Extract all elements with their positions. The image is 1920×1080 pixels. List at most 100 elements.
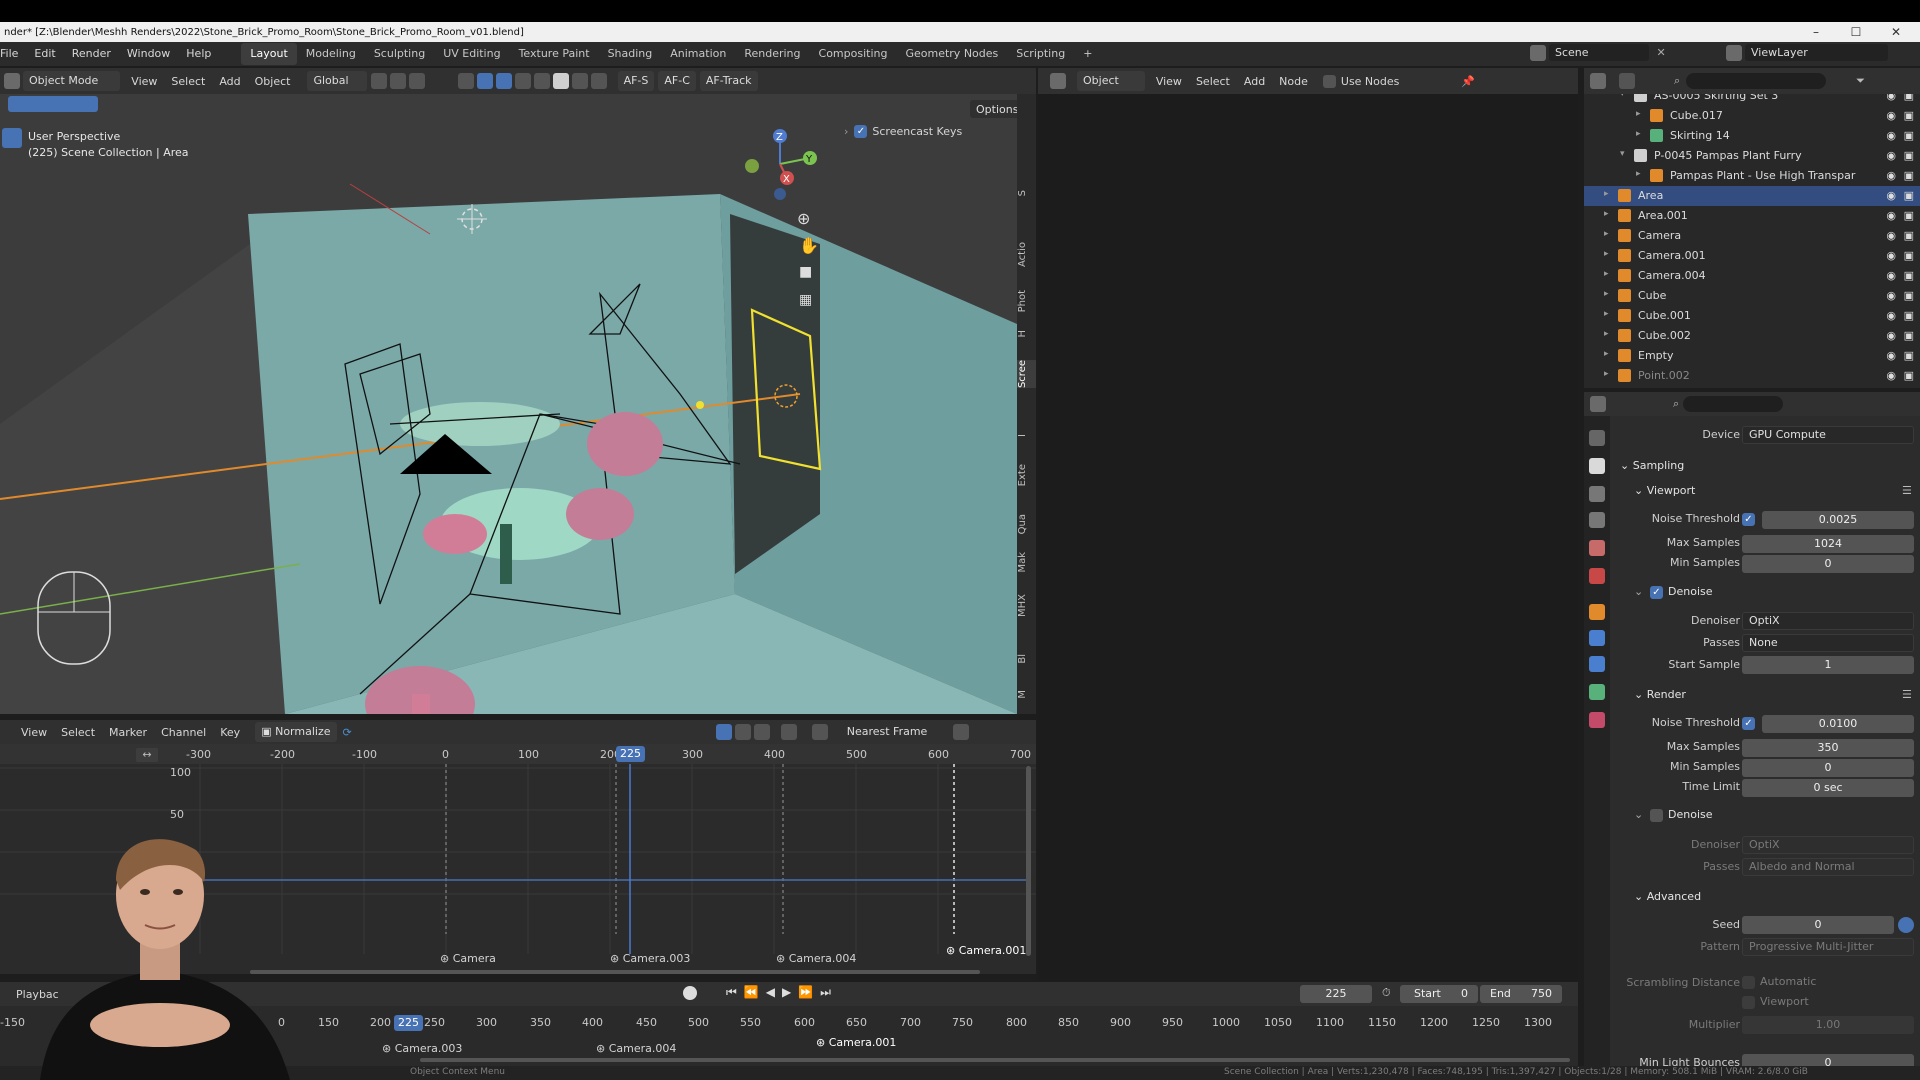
viewport-subsection[interactable]: ⌄ Viewport [1634, 484, 1695, 497]
filter-icon[interactable]: ⏷ [1856, 74, 1865, 88]
outliner-row[interactable]: ▾ P-0045 Pampas Plant Furry ◉ ▣ [1584, 146, 1920, 166]
tab-scripting[interactable]: Scripting [1007, 43, 1074, 65]
outliner-item-name[interactable]: Cube.017 [1670, 109, 1723, 122]
select-mode-buttons[interactable] [8, 96, 98, 112]
outliner-item-name[interactable]: Cube [1638, 289, 1666, 302]
outliner-item-name[interactable]: Area [1638, 189, 1663, 202]
r-noise-threshold-field[interactable]: 0.0100 [1762, 715, 1914, 733]
npanel-tab-mhx[interactable]: MHX [1017, 594, 1036, 617]
node-menu-view[interactable]: View [1149, 75, 1189, 88]
use-nodes-checkbox[interactable] [1322, 74, 1336, 88]
marker-camera[interactable]: ⊛ Camera [440, 952, 496, 965]
menu-select[interactable]: Select [164, 75, 212, 88]
expand-arrow-icon[interactable]: ▸ [1604, 269, 1609, 279]
filter-graph-icon[interactable] [780, 724, 797, 740]
tab-geometry-nodes[interactable]: Geometry Nodes [896, 43, 1007, 65]
tab-compositing[interactable]: Compositing [810, 43, 897, 65]
start-sample-field[interactable]: 1 [1742, 656, 1914, 674]
vp-min-samples-field[interactable]: 0 [1742, 555, 1914, 573]
r-max-samples-field[interactable]: 350 [1742, 739, 1914, 757]
expand-arrow-icon[interactable]: ▾ [1620, 149, 1625, 159]
gizmo-icon[interactable] [476, 73, 493, 89]
vp-noise-threshold-field[interactable]: 0.0025 [1762, 511, 1914, 529]
npanel-tab-m[interactable]: M [1017, 690, 1036, 699]
object-tab-icon[interactable] [1589, 604, 1605, 620]
editor-type-icon[interactable] [4, 73, 20, 89]
tab-animation[interactable]: Animation [661, 43, 735, 65]
r-noise-threshold-checkbox[interactable]: ✓ [1742, 717, 1755, 730]
eye-icon[interactable]: ◉ [1886, 269, 1896, 282]
current-frame-field[interactable]: 225 [1300, 985, 1372, 1003]
outliner-item-name[interactable]: P-0045 Pampas Plant Furry [1654, 149, 1802, 162]
physics-tab-icon[interactable] [1589, 630, 1605, 646]
eye-icon[interactable]: ◉ [1886, 109, 1896, 122]
outliner-item-name[interactable]: Skirting 14 [1670, 129, 1730, 142]
eye-icon[interactable]: ◉ [1886, 189, 1896, 202]
stopwatch-icon[interactable]: ⏱ [1382, 986, 1391, 1000]
r-min-samples-field[interactable]: 0 [1742, 759, 1914, 777]
errors-icon[interactable] [753, 724, 770, 740]
outliner-row[interactable]: ▾ AS-0005 Skirting Set 3 ◉ ▣ [1584, 94, 1920, 106]
render-camera-icon[interactable]: ▣ [1904, 289, 1914, 302]
npanel-tab-s[interactable]: S [1017, 190, 1036, 196]
outliner-row[interactable]: ▸ Camera.001 ◉ ▣ [1584, 246, 1920, 266]
outliner-item-name[interactable]: Point.002 [1638, 369, 1690, 382]
render-camera-icon[interactable]: ▣ [1904, 269, 1914, 282]
rendered-shading-icon[interactable] [590, 73, 607, 89]
menu-help[interactable]: Help [178, 42, 219, 66]
marker-camera-001[interactable]: ⊛ Camera.001 [946, 944, 1026, 957]
graph-menu-marker[interactable]: Marker [102, 726, 154, 739]
world-tab-icon[interactable] [1589, 568, 1605, 584]
zoom-icon[interactable]: ⊕ [797, 209, 810, 228]
record-icon[interactable] [683, 986, 697, 1000]
horizontal-resize-icon[interactable]: ↔ [136, 748, 158, 762]
expand-arrow-icon[interactable]: ▸ [1604, 249, 1609, 259]
expand-arrow-icon[interactable]: ▸ [1604, 349, 1609, 359]
render-camera-icon[interactable]: ▣ [1904, 369, 1914, 382]
vp-denoiser-dropdown[interactable]: OptiX [1742, 612, 1914, 630]
outliner-row[interactable]: ▸ Cube ◉ ▣ [1584, 286, 1920, 306]
npanel-tab-export[interactable]: Exte [1017, 464, 1036, 486]
close-icon[interactable]: ✕ [1876, 22, 1916, 42]
timeline-marker-camera-001[interactable]: ⊛ Camera.001 [816, 1036, 896, 1049]
outliner-item-name[interactable]: Cube.001 [1638, 309, 1691, 322]
menu-edit[interactable]: Edit [26, 42, 63, 66]
camera-view-icon[interactable]: ■ [799, 264, 812, 280]
outliner-item-name[interactable]: Camera.001 [1638, 249, 1706, 262]
screencast-checkbox[interactable]: ✓ [854, 125, 868, 138]
expand-arrow-icon[interactable]: ▸ [1636, 109, 1641, 119]
vp-passes-dropdown[interactable]: None [1742, 634, 1914, 652]
expand-arrow-icon[interactable]: ▸ [1604, 229, 1609, 239]
denoise-chevron-icon[interactable]: ⌄ [1634, 585, 1643, 598]
graph-horizontal-scrollbar[interactable] [250, 970, 980, 974]
3d-viewport[interactable]: User Perspective (225) Scene Collection … [0, 94, 1036, 714]
expand-arrow-icon[interactable]: ▸ [1604, 209, 1609, 219]
refresh-icon[interactable]: ⟳ [343, 726, 352, 739]
seed-clock-icon[interactable] [1898, 917, 1914, 933]
show-hidden-icon[interactable] [734, 724, 751, 740]
scene-selector[interactable]: Scene ✕ [1530, 44, 1666, 61]
outliner-row[interactable]: ▸ Area ◉ ▣ [1584, 186, 1920, 206]
eye-icon[interactable]: ◉ [1886, 129, 1896, 142]
outliner-item-name[interactable]: Camera [1638, 229, 1681, 242]
select-tool-icon[interactable] [2, 128, 22, 148]
eye-icon[interactable]: ◉ [1886, 169, 1896, 182]
tab-rendering[interactable]: Rendering [735, 43, 809, 65]
pattern-dropdown[interactable]: Progressive Multi-Jitter [1742, 938, 1914, 956]
graph-menu-key[interactable]: Key [213, 726, 247, 739]
tab-modeling[interactable]: Modeling [297, 43, 365, 65]
eye-icon[interactable]: ◉ [1886, 209, 1896, 222]
eye-icon[interactable]: ◉ [1886, 369, 1896, 382]
npanel-tab-make[interactable]: Mak [1017, 552, 1036, 573]
tab-sculpting[interactable]: Sculpting [365, 43, 434, 65]
screencast-keys-toggle[interactable]: › ✓ Screencast Keys [844, 125, 962, 138]
device-dropdown[interactable]: GPU Compute [1742, 426, 1914, 444]
render-camera-icon[interactable]: ▣ [1904, 169, 1914, 182]
graph-menu-select[interactable]: Select [54, 726, 102, 739]
pivot-icon[interactable] [370, 73, 387, 89]
texture-tab-icon[interactable] [1589, 712, 1605, 728]
tab-texture-paint[interactable]: Texture Paint [510, 43, 599, 65]
viewport-presets-icon[interactable]: ☰ [1902, 484, 1912, 497]
expand-arrow-icon[interactable]: ▸ [1604, 329, 1609, 339]
outliner-row[interactable]: ▸ Pampas Plant - Use High Transpar ◉ ▣ [1584, 166, 1920, 186]
